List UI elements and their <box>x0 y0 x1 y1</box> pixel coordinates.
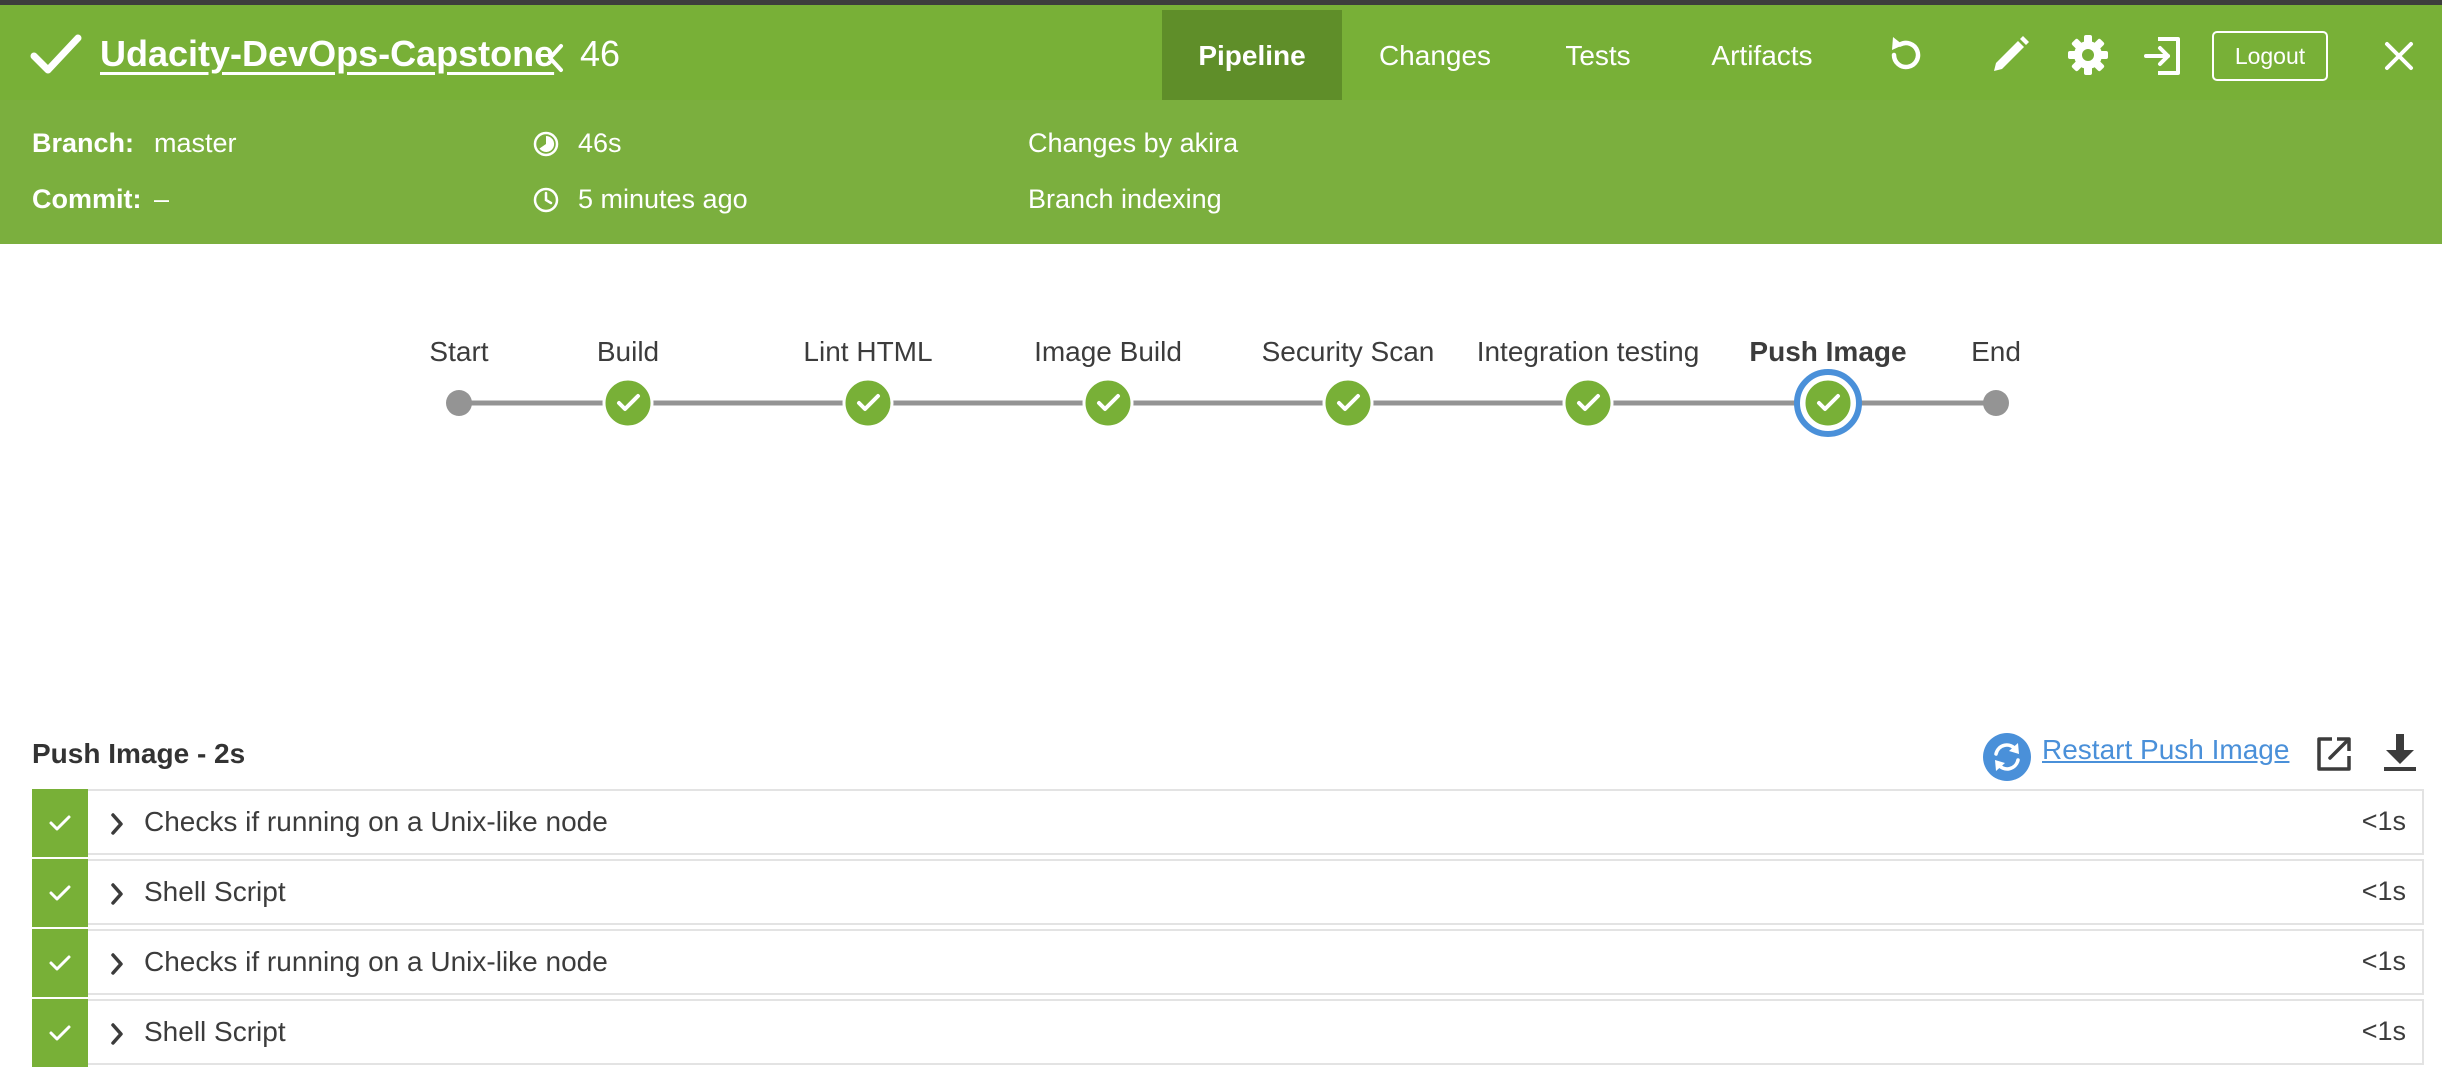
stage-label-build[interactable]: Build <box>597 336 659 368</box>
stage-node-start <box>446 390 472 416</box>
stage-label-end: End <box>1971 336 2021 367</box>
stage-label-lint-html[interactable]: Lint HTML <box>803 336 932 368</box>
stage-node-build[interactable] <box>602 377 654 429</box>
step-duration: <1s <box>2361 1016 2406 1046</box>
stage-node-security-scan[interactable] <box>1322 377 1374 429</box>
step-row[interactable]: Checks if running on a Unix-like node <1… <box>32 789 2424 857</box>
stage-node-integration-testing[interactable] <box>1562 377 1614 429</box>
step-status <box>32 859 88 927</box>
stage-label-push-image[interactable]: Push Image <box>1749 336 1906 368</box>
step-success-icon <box>49 885 71 901</box>
step-status <box>32 789 88 857</box>
step-success-icon <box>49 815 71 831</box>
stage-label-integration-testing[interactable]: Integration testing <box>1477 336 1700 368</box>
stage-node-push-image[interactable] <box>1794 369 1862 437</box>
step-duration: <1s <box>2361 876 2406 906</box>
chevron-right-icon[interactable] <box>108 881 126 907</box>
pipeline-graph <box>446 369 2009 437</box>
step-label: Shell Script <box>144 876 286 907</box>
step-row[interactable]: Shell Script <1s <box>32 859 2424 927</box>
stage-label-image-build[interactable]: Image Build <box>1034 336 1182 368</box>
download-icon[interactable] <box>2382 732 2418 772</box>
step-status <box>32 929 88 997</box>
step-success-icon <box>49 955 71 971</box>
chevron-right-icon[interactable] <box>108 1021 126 1047</box>
open-external-icon[interactable] <box>2314 734 2354 774</box>
step-label: Shell Script <box>144 1016 286 1047</box>
restart-icon[interactable] <box>1982 732 2032 782</box>
step-label: Checks if running on a Unix-like node <box>144 946 608 977</box>
stage-node-lint-html[interactable] <box>842 377 894 429</box>
step-row[interactable]: Shell Script <1s <box>32 999 2424 1067</box>
stage-node-image-build[interactable] <box>1082 377 1134 429</box>
step-status <box>32 999 88 1067</box>
stage-node-end <box>1983 390 2009 416</box>
step-row[interactable]: Checks if running on a Unix-like node <1… <box>32 929 2424 997</box>
stage-details-title: Push Image - 2s <box>32 738 246 769</box>
restart-stage-link[interactable]: Restart Push Image <box>2042 734 2289 766</box>
step-success-icon <box>49 1025 71 1041</box>
step-duration: <1s <box>2361 806 2406 836</box>
step-label: Checks if running on a Unix-like node <box>144 806 608 837</box>
stage-label-security-scan[interactable]: Security Scan <box>1262 336 1435 368</box>
chevron-right-icon[interactable] <box>108 951 126 977</box>
step-duration: <1s <box>2361 946 2406 976</box>
chevron-right-icon[interactable] <box>108 811 126 837</box>
stage-label-start: Start <box>429 336 489 367</box>
